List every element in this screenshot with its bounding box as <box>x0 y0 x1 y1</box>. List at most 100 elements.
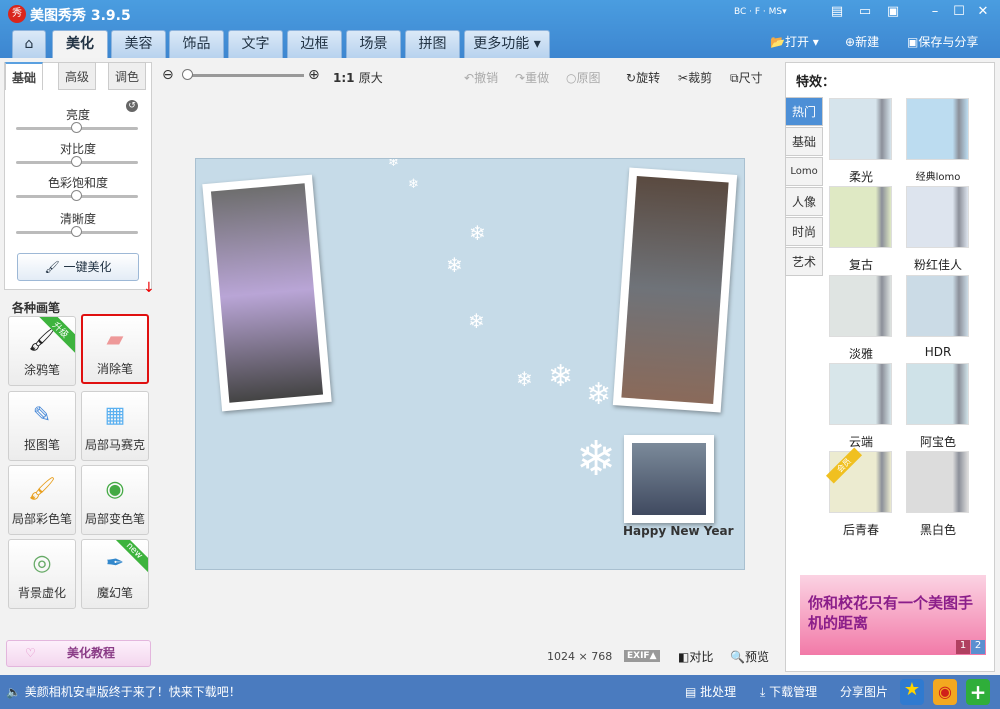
effects-title: 特效： <box>796 75 836 90</box>
photo-canvas[interactable]: Happy New Year ❄ ❄ ❄ ❄ ❄ ❄ ❄ ❄ ❄ <box>195 158 745 570</box>
effect-tab-hot[interactable]: 热门 <box>785 97 823 126</box>
exif-button[interactable]: EXIF▲ <box>624 650 660 662</box>
home-tab[interactable]: ⌂ <box>12 30 46 58</box>
tab-beautify[interactable]: 美化 <box>52 30 108 59</box>
subtab-basic[interactable]: 基础 <box>5 62 43 90</box>
rotate-icon: ↻ <box>626 71 637 85</box>
add-share-icon[interactable]: + <box>966 679 990 705</box>
brush-cutout[interactable]: ✎ 抠图笔 <box>8 391 76 461</box>
folder-icon: 📂 <box>770 35 785 49</box>
undo-button[interactable]: ↶撤销 <box>464 69 498 86</box>
saturation-label: 色彩饱和度 <box>47 176 108 190</box>
zoom-slider[interactable] <box>182 69 304 80</box>
one-click-beautify-button[interactable]: 🖌 一键美化 <box>17 253 139 281</box>
effect-thumb[interactable]: 会员 <box>825 447 892 513</box>
status-message[interactable]: 🔈 美颜相机安卓版终于来了！快来下载吧！ <box>6 683 241 700</box>
contrast-label: 对比度 <box>59 142 96 156</box>
sharpness-label: 清晰度 <box>59 212 96 226</box>
rotate-button[interactable]: ↻旋转 <box>626 69 660 86</box>
saturation-slider[interactable] <box>16 190 138 201</box>
tab-collage[interactable]: 拼图 <box>405 30 460 58</box>
qzone-star-icon[interactable]: ★ <box>900 679 924 705</box>
effect-thumb[interactable] <box>906 98 969 160</box>
open-button[interactable]: 📂打开 ▾ <box>770 33 819 50</box>
subtab-advanced[interactable]: 高级 <box>58 62 96 90</box>
brush-magic[interactable]: ✒ 魔幻笔 new <box>81 539 149 609</box>
contrast-slider[interactable] <box>16 156 138 167</box>
zoom-out-icon[interactable]: ⊖ <box>162 67 174 83</box>
minimize-button[interactable]: – <box>926 4 944 19</box>
feedback-icon[interactable]: ▤ <box>828 4 846 19</box>
tutorial-button[interactable]: ♡ 美化教程 <box>6 640 151 667</box>
batch-button[interactable]: ▤ 批处理 <box>685 683 736 700</box>
eraser-icon: ▰ <box>106 327 124 352</box>
brush-background-blur[interactable]: ◎ 背景虚化 <box>8 539 76 609</box>
redo-button[interactable]: ↷重做 <box>515 69 549 86</box>
effect-thumb[interactable] <box>829 98 892 160</box>
skin-selector[interactable]: BC · F · MS▾ <box>734 7 787 17</box>
tab-border[interactable]: 边框 <box>287 30 342 58</box>
photo-frame-3 <box>624 435 714 523</box>
brush-recolor[interactable]: ◉ 局部变色笔 <box>81 465 149 535</box>
arrow-annotation: ↓ <box>143 280 155 296</box>
effect-tab-fashion[interactable]: 时尚 <box>785 217 823 246</box>
tab-text[interactable]: 文字 <box>228 30 283 58</box>
brightness-label: 亮度 <box>65 108 90 122</box>
message-icon[interactable]: ▭ <box>856 4 874 19</box>
effect-tab-art[interactable]: 艺术 <box>785 247 823 276</box>
effect-tab-lomo[interactable]: Lomo <box>785 157 823 186</box>
magic-pen-icon: ✒ <box>105 551 125 576</box>
weibo-icon[interactable]: ◉ <box>933 679 957 705</box>
mosaic-icon: ▦ <box>104 403 126 428</box>
home-icon: ⌂ <box>24 36 34 52</box>
effect-thumb[interactable] <box>906 275 969 337</box>
tab-scene[interactable]: 场景 <box>346 30 401 58</box>
image-dimensions: 1024 × 768 <box>547 650 613 663</box>
effect-thumb[interactable] <box>906 451 969 513</box>
effect-tab-portrait[interactable]: 人像 <box>785 187 823 216</box>
brush-mosaic[interactable]: ▦ 局部马赛克 <box>81 391 149 461</box>
save-share-button[interactable]: ▣保存与分享 <box>907 33 978 50</box>
effect-label: 黑白色 <box>919 523 956 537</box>
actual-size-button[interactable]: 1:1 原大 <box>333 69 383 86</box>
effect-thumb[interactable] <box>906 363 969 425</box>
zoom-in-icon[interactable]: ⊕ <box>308 67 320 83</box>
effect-thumb[interactable] <box>906 186 969 248</box>
effect-thumb[interactable] <box>829 363 892 425</box>
subtab-color[interactable]: 调色 <box>108 62 146 90</box>
brightness-slider[interactable] <box>16 122 138 133</box>
tab-beauty[interactable]: 美容 <box>111 30 166 58</box>
download-manager-button[interactable]: ⤓ 下载管理 <box>760 683 817 700</box>
effect-label: 经典lomo <box>915 172 961 183</box>
app-title: 美图秀秀 3.9.5 <box>30 8 131 24</box>
effect-thumb[interactable] <box>829 186 892 248</box>
tab-more[interactable]: 更多功能 ▾ <box>464 30 550 58</box>
maximize-button[interactable]: ☐ <box>950 4 968 19</box>
tab-accessories[interactable]: 饰品 <box>169 30 224 58</box>
effect-label: 后青春 <box>842 523 879 537</box>
effect-thumb[interactable] <box>829 275 892 337</box>
sharpness-slider[interactable] <box>16 226 138 237</box>
resize-button[interactable]: ⧉尺寸 <box>730 69 763 86</box>
ad-page-1[interactable]: 1 <box>956 640 970 654</box>
preview-button[interactable]: 🔍预览 <box>730 648 769 665</box>
ad-page-2[interactable]: 2 <box>971 640 985 654</box>
scissors-icon: ✂ <box>678 71 689 85</box>
share-image-button[interactable]: 分享图片 <box>840 683 888 700</box>
brush-section-label: 各种画笔 <box>12 301 61 315</box>
new-button[interactable]: ⊕新建 <box>845 33 879 50</box>
menu-icon[interactable]: ▣ <box>884 4 902 19</box>
compare-button[interactable]: ◧对比 <box>678 648 713 665</box>
crop-button[interactable]: ✂裁剪 <box>678 69 712 86</box>
close-button[interactable]: ✕ <box>974 4 992 19</box>
brush-doodle[interactable]: 🖌 涂鸦笔 升级 <box>8 316 76 386</box>
photo-caption: Happy New Year <box>623 524 734 538</box>
speaker-icon: 🔈 <box>6 685 21 699</box>
app-logo: 秀 <box>8 5 26 23</box>
brush-eraser[interactable]: ▰ 消除笔 <box>81 314 149 384</box>
original-button[interactable]: ○原图 <box>566 69 601 86</box>
color-brush-icon: 🖌 <box>28 477 56 502</box>
brush-local-color[interactable]: 🖌 局部彩色笔 <box>8 465 76 535</box>
effect-tab-basic[interactable]: 基础 <box>785 127 823 156</box>
photo-frame-2 <box>612 167 738 413</box>
